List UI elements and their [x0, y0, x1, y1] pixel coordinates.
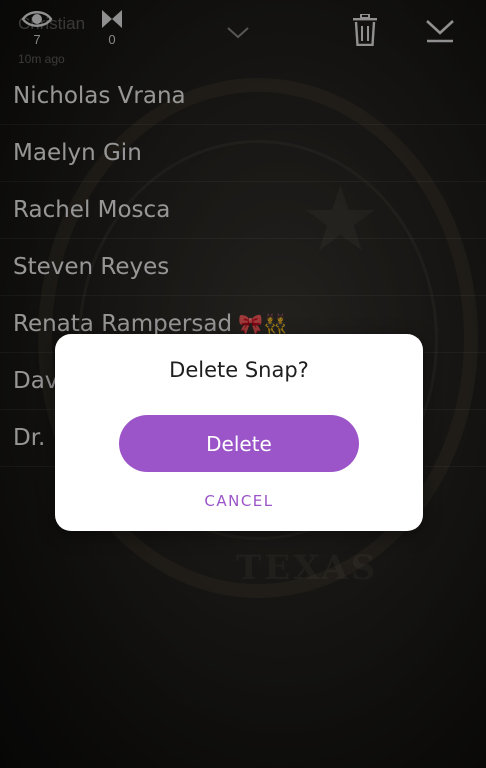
dialog-title: Delete Snap? [169, 358, 309, 382]
snap-viewers-screen: ★ TEXAS Christian 10m ago 7 0 Nicholas V… [0, 0, 486, 768]
cancel-button[interactable]: CANCEL [55, 491, 423, 511]
delete-snap-dialog: Delete Snap? Delete CANCEL [55, 334, 423, 531]
delete-button[interactable]: Delete [119, 415, 359, 472]
